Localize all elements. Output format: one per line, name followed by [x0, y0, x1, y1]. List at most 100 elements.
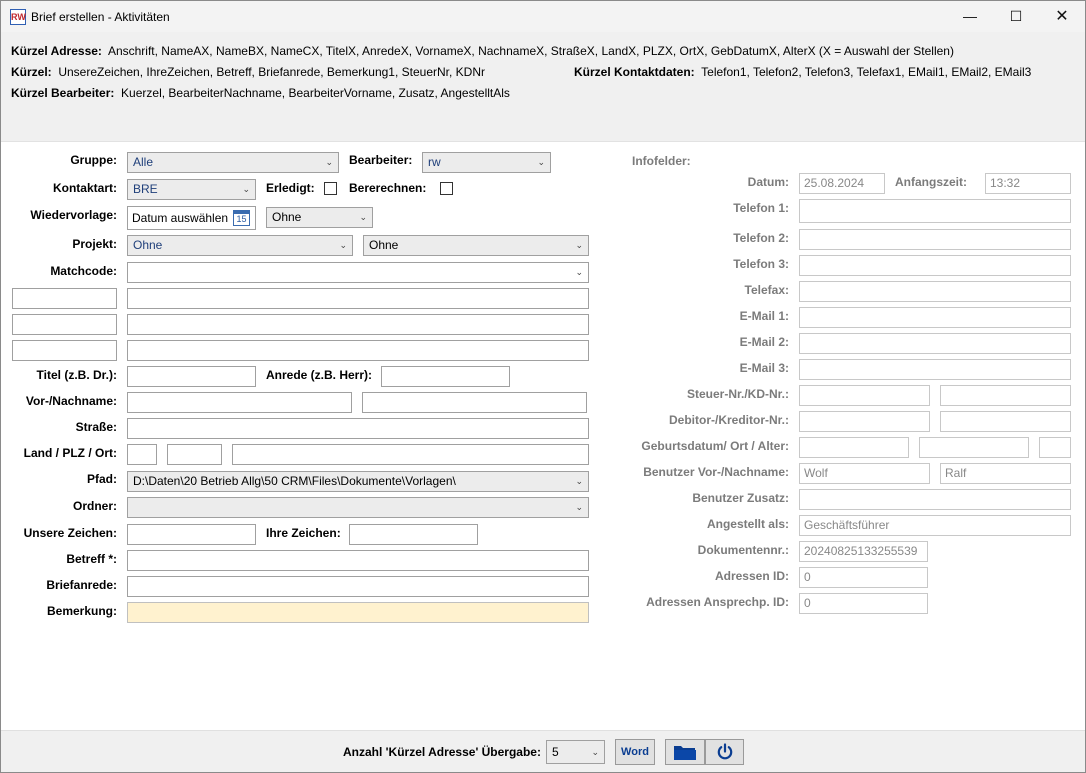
anrede-input[interactable] [381, 366, 510, 387]
email1-label: E-Mail 1: [739, 309, 789, 323]
anzahl-select[interactable]: 5 ⌄ [546, 740, 605, 764]
land-plz-ort-label: Land / PLZ / Ort: [23, 446, 117, 460]
unsere-zeichen-input[interactable] [127, 524, 256, 545]
anrede-label: Anrede (z.B. Herr): [266, 368, 373, 382]
angestellt-label: Angestellt als: [706, 517, 789, 531]
erledigt-checkbox[interactable] [324, 182, 337, 195]
header-line-kuerzel: Kürzel: UnsereZeichen, IhreZeichen, Betr… [11, 65, 485, 79]
telefon3-label: Telefon 3: [733, 257, 789, 271]
benutzer-vorname-field: Wolf [799, 463, 930, 484]
bemerkung-label: Bemerkung: [46, 604, 117, 618]
name-a-input[interactable] [127, 288, 589, 309]
wiedervorlage-label: Wiedervorlage: [30, 208, 117, 222]
calendar-icon[interactable]: 15 [233, 210, 250, 226]
debitor-nr-field [799, 411, 930, 432]
title-bar: RW Brief erstellen - Aktivitäten — ☐ ✕ [1, 1, 1085, 32]
geburtsdatum-label: Geburtsdatum/ Ort / Alter: [641, 439, 789, 453]
titel-input[interactable] [127, 366, 256, 387]
land-input[interactable] [127, 444, 157, 465]
name-b-input[interactable] [127, 314, 589, 335]
pfad-select[interactable]: D:\Daten\20 Betrieb Allg\50 CRM\Files\Do… [127, 471, 589, 492]
projekt-sub-select[interactable]: Ohne ⌄ [363, 235, 589, 256]
kd-nr-field [940, 385, 1071, 406]
bemerkung-input[interactable] [127, 602, 589, 623]
ansprech-id-field: 0 [799, 593, 928, 614]
kreditor-nr-field [940, 411, 1071, 432]
name-c-input[interactable] [127, 340, 589, 361]
header-line-bearbeiter: Kürzel Bearbeiter: Kuerzel, BearbeiterNa… [11, 86, 510, 100]
header-line-kontaktdaten: Kürzel Kontaktdaten: Telefon1, Telefon2,… [574, 65, 1032, 79]
dokumentennr-field: 20240825133255539 [799, 541, 928, 562]
ort-input[interactable] [232, 444, 589, 465]
betreff-label: Betreff *: [66, 552, 117, 566]
app-window: RW Brief erstellen - Aktivitäten — ☐ ✕ K… [0, 0, 1086, 773]
name-label: Vor-/Nachname: [25, 394, 117, 408]
vorname-input[interactable] [127, 392, 352, 413]
name-a-prefix-input[interactable] [12, 288, 117, 309]
wiedervorlage-datepicker[interactable]: Datum auswählen 15 [127, 206, 256, 230]
dokumentennr-label: Dokumentennr.: [697, 543, 789, 557]
ansprech-id-label: Adressen Ansprechp. ID: [646, 595, 789, 609]
telefax-label: Telefax: [744, 283, 789, 297]
ordner-label: Ordner: [72, 499, 117, 513]
email3-field [799, 359, 1071, 380]
anfangszeit-label: Anfangszeit: [895, 175, 967, 189]
bererechnen-checkbox[interactable] [440, 182, 453, 195]
briefanrede-input[interactable] [127, 576, 589, 597]
nachname-input[interactable] [362, 392, 587, 413]
open-folder-button[interactable] [665, 739, 705, 765]
kontaktart-select[interactable]: BRE ⌄ [127, 179, 256, 200]
datum-field: 25.08.2024 [799, 173, 885, 194]
ordner-select[interactable]: ⌄ [127, 497, 589, 518]
telefon2-field [799, 229, 1071, 250]
email1-field [799, 307, 1071, 328]
alter-field [1039, 437, 1071, 458]
datum-label: Datum: [747, 175, 789, 189]
app-logo-icon: RW [10, 9, 26, 25]
folder-icon [674, 746, 696, 760]
shortcode-header: Kürzel Adresse: Anschrift, NameAX, NameB… [1, 32, 1085, 142]
wiedervorlage-select[interactable]: Ohne ⌄ [266, 207, 373, 228]
geburtsort-field [919, 437, 1029, 458]
erledigt-label: Erledigt: [266, 181, 315, 195]
plz-input[interactable] [167, 444, 222, 465]
betreff-input[interactable] [127, 550, 589, 571]
unsere-zeichen-label: Unsere Zeichen: [23, 526, 117, 540]
telefon1-field [799, 199, 1071, 223]
minimize-icon[interactable]: — [947, 1, 993, 32]
maximize-icon[interactable]: ☐ [993, 1, 1039, 32]
close-icon[interactable]: ✕ [1039, 1, 1085, 32]
ihre-zeichen-input[interactable] [349, 524, 478, 545]
geburtsdatum-field [799, 437, 909, 458]
titel-label: Titel (z.B. Dr.): [36, 368, 117, 382]
anzahl-label: Anzahl 'Kürzel Adresse' Übergabe: [343, 745, 541, 759]
name-b-prefix-input[interactable] [12, 314, 117, 335]
gruppe-label: Gruppe: [70, 153, 117, 167]
steuer-kd-label: Steuer-Nr./KD-Nr.: [686, 387, 789, 401]
telefax-field [799, 281, 1071, 302]
projekt-select[interactable]: Ohne ⌄ [127, 235, 353, 256]
telefon3-field [799, 255, 1071, 276]
bearbeiter-select[interactable]: rw ⌄ [422, 152, 551, 173]
matchcode-label: Matchcode: [50, 264, 117, 278]
adressen-id-field: 0 [799, 567, 928, 588]
word-button[interactable]: Word [615, 739, 655, 765]
telefon1-label: Telefon 1: [733, 201, 789, 215]
benutzer-name-label: Benutzer Vor-/Nachname: [643, 465, 789, 479]
power-icon [717, 743, 732, 760]
debitor-kreditor-label: Debitor-/Kreditor-Nr.: [669, 413, 789, 427]
briefanrede-label: Briefanrede: [46, 578, 117, 592]
telefon2-label: Telefon 2: [733, 231, 789, 245]
matchcode-select[interactable]: ⌄ [127, 262, 589, 283]
projekt-label: Projekt: [72, 237, 117, 251]
email2-label: E-Mail 2: [739, 335, 789, 349]
name-c-prefix-input[interactable] [12, 340, 117, 361]
kontaktart-label: Kontaktart: [52, 181, 117, 195]
strasse-input[interactable] [127, 418, 589, 439]
benutzer-zusatz-label: Benutzer Zusatz: [692, 491, 789, 505]
header-line-address: Kürzel Adresse: Anschrift, NameAX, NameB… [11, 44, 954, 58]
gruppe-select[interactable]: Alle ⌄ [127, 152, 339, 173]
bererechnen-label: Bererechnen: [349, 181, 427, 195]
ihre-zeichen-label: Ihre Zeichen: [266, 526, 341, 540]
power-button[interactable] [705, 739, 744, 765]
